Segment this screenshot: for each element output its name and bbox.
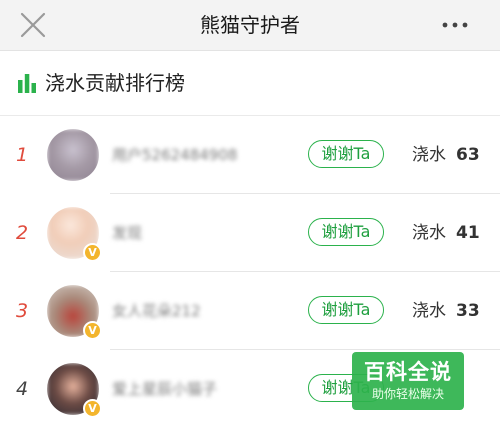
username: 用户5262484908 (112, 146, 238, 164)
leaderboard-title: 浇水贡献排行榜 (45, 71, 185, 95)
rank-number: 2 (16, 222, 29, 244)
rank-number: 3 (16, 300, 29, 322)
more-options-button[interactable] (438, 10, 472, 40)
water-label: 浇水 (412, 301, 446, 321)
watermark-title: 百科全说 (364, 360, 452, 384)
avatar[interactable] (47, 129, 99, 181)
water-count: 63 (456, 145, 480, 165)
water-label: 浇水 (412, 145, 446, 165)
verified-badge-icon: V (83, 243, 102, 262)
thanks-button[interactable]: 谢谢Ta (308, 296, 384, 324)
username: 爱上星辰小猫子 (112, 380, 218, 398)
leaderboard-row[interactable]: 2 V 发现 谢谢Ta 浇水 41 (0, 194, 500, 272)
leaderboard-row[interactable]: 3 V 女人花朵212 谢谢Ta 浇水 33 (0, 272, 500, 350)
water-count: 41 (456, 223, 480, 243)
thanks-button[interactable]: 谢谢Ta (308, 218, 384, 246)
verified-badge-icon: V (83, 399, 102, 418)
watermark-subtitle: 助你轻松解决 (371, 387, 444, 401)
rank-number: 1 (16, 144, 29, 166)
water-label: 浇水 (412, 223, 446, 243)
verified-badge-icon: V (83, 321, 102, 340)
rank-number: 4 (16, 378, 29, 400)
water-count: 33 (456, 301, 480, 321)
leaderboard-row[interactable]: 1 用户5262484908 谢谢Ta 浇水 63 (0, 116, 500, 194)
page-title: 熊猫守护者 (200, 13, 300, 37)
more-dots-icon (442, 22, 468, 28)
top-bar: 熊猫守护者 (0, 0, 500, 51)
username: 发现 (112, 224, 143, 242)
watermark-logo: 百科全说 助你轻松解决 (352, 352, 464, 410)
thanks-button[interactable]: 谢谢Ta (308, 140, 384, 168)
username: 女人花朵212 (112, 302, 201, 320)
bar-chart-icon (18, 74, 36, 93)
leaderboard-header: 浇水贡献排行榜 (0, 51, 500, 115)
